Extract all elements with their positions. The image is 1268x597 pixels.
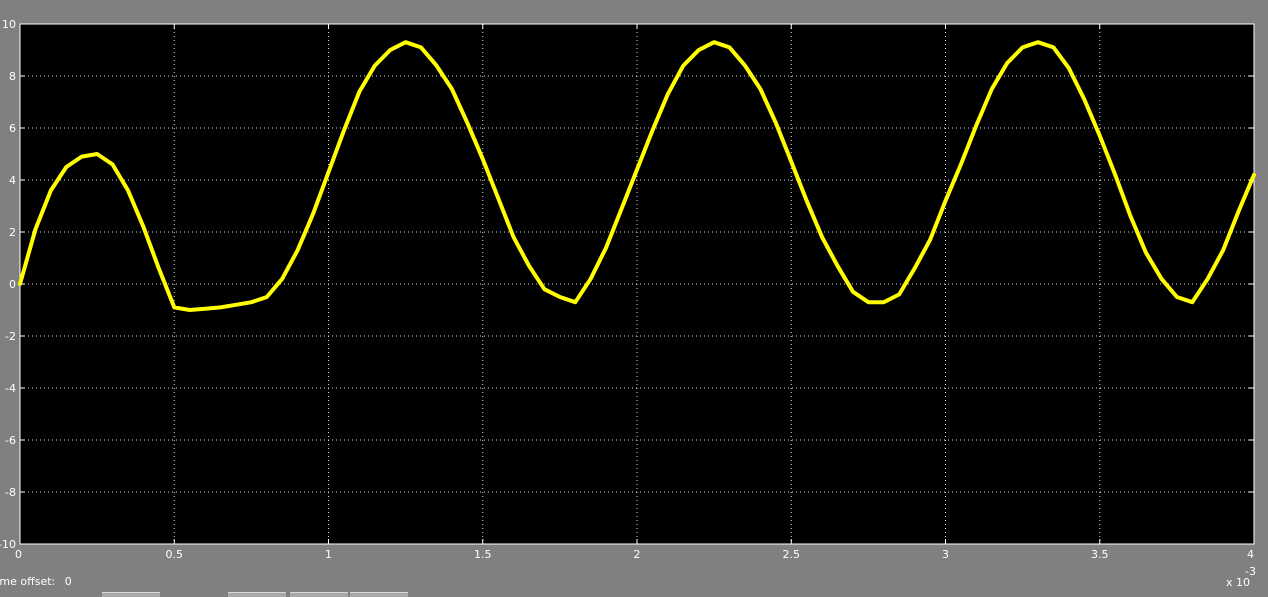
x-tick-label: 2 [634,548,641,561]
y-tick-label: -10 [0,538,16,551]
x-tick-label: 3 [942,548,949,561]
y-tick-label: -8 [5,486,16,499]
x-tick-label: 2.5 [783,548,801,561]
x-tick-label: 0.5 [166,548,184,561]
x-tick-label: 1.5 [474,548,492,561]
bottom-tab[interactable] [350,592,408,597]
y-tick-label: -4 [5,382,16,395]
y-tick-label: 8 [9,70,16,83]
y-tick-label: 6 [9,122,16,135]
x-tick-label: 0 [15,548,22,561]
time-offset-value: 0 [64,575,72,588]
y-tick-label: -6 [5,434,16,447]
y-tick-label: 4 [9,174,16,187]
scope-plot: 00.511.522.533.54 1086420-2-4-6-8-10 x 1… [0,18,1256,589]
bottom-tab[interactable] [290,592,348,597]
bottom-toolbar-edge [100,592,420,597]
bottom-tab[interactable] [228,592,286,597]
x-tick-label: 1 [325,548,332,561]
y-tick-label: 0 [9,278,16,291]
x-exponent-power: -3 [1245,565,1256,578]
y-tick-label: 2 [9,226,16,239]
bottom-tab[interactable] [102,592,160,597]
x-tick-label: 3.5 [1091,548,1109,561]
y-tick-labels: 10 8 6 4 2 0 -2 -4 -6 -8 -10 [0,18,16,551]
time-offset-label: Time offset: [0,575,56,588]
status-bar: Time offset: 0 [0,575,78,588]
x-tick-labels: 0 0.5 1 1.5 2 2.5 3 3.5 4 [15,548,1254,561]
y-tick-label: 10 [2,18,16,31]
y-tick-label: -2 [5,330,16,343]
x-tick-label: 4 [1247,548,1254,561]
